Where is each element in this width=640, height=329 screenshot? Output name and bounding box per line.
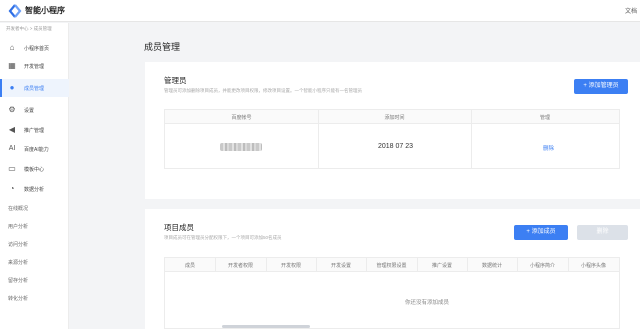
column-header: 百度帐号 bbox=[231, 115, 252, 121]
user-icon: ● bbox=[9, 83, 15, 92]
column-divider bbox=[366, 258, 367, 272]
members-card: 项目成员 项目成员可在管理员分配权限下，一个项目可添加50名成员 + 添加成员 … bbox=[145, 209, 640, 329]
sidebar-item-label: 数据分析 bbox=[24, 187, 45, 193]
column-divider bbox=[318, 110, 319, 168]
add-member-button[interactable]: + 添加成员 bbox=[514, 225, 568, 240]
sidebar-item-label: 小程序首页 bbox=[24, 46, 50, 52]
sidebar-item-dev[interactable]: ▦ 开发管理 bbox=[0, 57, 69, 75]
admin-section-desc: 管理员可添加删除项目成员，并能更改项目权限，修改项目设置。一个智能小程序只能有一… bbox=[164, 88, 362, 93]
sidebar: 开发者中心 > 成员管理 ⌂ 小程序首页 ▦ 开发管理 ● 成员管理 ⚙ 设置 … bbox=[0, 23, 69, 329]
breadcrumb: 开发者中心 > 成员管理 bbox=[6, 26, 52, 31]
add-admin-button[interactable]: + 添加管理员 bbox=[574, 79, 628, 94]
members-section-title: 项目成员 bbox=[164, 223, 194, 232]
sidebar-item-home[interactable]: ⌂ 小程序首页 bbox=[0, 39, 69, 57]
brand-name[interactable]: 智能小程序 bbox=[25, 5, 65, 16]
admin-table-header: 百度帐号 添加时间 管理 bbox=[165, 110, 619, 124]
ai-icon: AI bbox=[8, 145, 16, 152]
column-header: 推广设置 bbox=[431, 263, 452, 269]
sidebar-item-settings[interactable]: ⚙ 设置 bbox=[0, 101, 69, 119]
sidebar-subitem-sources[interactable]: 来源分析 bbox=[8, 259, 28, 266]
admin-table: 百度帐号 添加时间 管理 2018 07 23 删除 bbox=[164, 109, 620, 169]
column-divider bbox=[316, 258, 317, 272]
admin-card: 管理员 管理员可添加删除项目成员，并能更改项目权限，修改项目设置。一个智能小程序… bbox=[145, 62, 640, 199]
sidebar-item-label: 开发管理 bbox=[24, 64, 45, 70]
sidebar-subitem-retention[interactable]: 留存分析 bbox=[8, 277, 28, 284]
column-divider bbox=[417, 258, 418, 272]
sidebar-item-label: 设置 bbox=[24, 108, 35, 114]
megaphone-icon: ◀ bbox=[8, 125, 16, 134]
members-table: 成员 开发者权限 开发权限 开发设置 管理权限设置 推广设置 数据统计 小程序简… bbox=[164, 257, 620, 329]
sidebar-subitem-conversion[interactable]: 转化分析 bbox=[8, 295, 28, 302]
column-header: 管理 bbox=[539, 115, 550, 121]
column-divider bbox=[568, 258, 569, 272]
column-divider bbox=[517, 258, 518, 272]
sidebar-item-label: 模板中心 bbox=[24, 167, 45, 173]
sidebar-item-ai[interactable]: AI 百度AI能力 bbox=[0, 140, 69, 158]
column-header: 成员 bbox=[184, 263, 195, 269]
horizontal-scrollbar[interactable] bbox=[222, 325, 310, 328]
sidebar-subitem-users[interactable]: 用户分析 bbox=[8, 223, 28, 230]
column-header: 开发权限 bbox=[280, 263, 301, 269]
sidebar-item-templates[interactable]: ▭ 模板中心 bbox=[0, 160, 69, 178]
template-icon: ▭ bbox=[8, 164, 16, 173]
masked-account bbox=[220, 143, 262, 151]
home-icon: ⌂ bbox=[9, 43, 15, 52]
sidebar-item-label: 推广管理 bbox=[24, 128, 45, 134]
admin-section-title: 管理员 bbox=[164, 76, 187, 85]
logo-icon bbox=[8, 4, 22, 18]
column-header: 小程序简介 bbox=[529, 263, 555, 269]
column-header: 开发者权限 bbox=[227, 263, 253, 269]
top-bar: 智能小程序 文档 bbox=[0, 0, 640, 22]
page-title: 成员管理 bbox=[144, 42, 181, 52]
column-divider bbox=[467, 258, 468, 272]
sidebar-subitem-overview[interactable]: 在线概况 bbox=[8, 205, 28, 212]
column-header: 开发设置 bbox=[330, 263, 351, 269]
sidebar-item-members[interactable]: ● 成员管理 bbox=[0, 79, 69, 97]
gear-icon: ⚙ bbox=[8, 105, 16, 114]
sidebar-subitem-visits[interactable]: 访问分析 bbox=[8, 241, 28, 248]
column-header: 数据统计 bbox=[481, 263, 502, 269]
column-header: 添加时间 bbox=[384, 115, 405, 121]
delete-admin-link[interactable]: 删除 bbox=[543, 144, 554, 152]
column-divider bbox=[471, 110, 472, 168]
admin-added-date: 2018 07 23 bbox=[378, 143, 414, 150]
empty-members-text: 你还没有添加成员 bbox=[405, 300, 450, 306]
column-header: 小程序头像 bbox=[580, 263, 606, 269]
column-divider bbox=[266, 258, 267, 272]
chart-icon: ◔ bbox=[9, 184, 15, 193]
sidebar-item-promotion[interactable]: ◀ 推广管理 bbox=[0, 121, 69, 139]
column-header: 管理权限设置 bbox=[376, 263, 407, 269]
column-divider bbox=[215, 258, 216, 272]
docs-link[interactable]: 文档 bbox=[625, 6, 637, 15]
code-icon: ▦ bbox=[8, 61, 16, 70]
sidebar-item-label: 成员管理 bbox=[24, 86, 45, 92]
members-section-desc: 项目成员可在管理员分配权限下，一个项目可添加50名成员 bbox=[164, 235, 282, 240]
delete-member-button: 删除 bbox=[577, 225, 628, 240]
sidebar-item-analytics[interactable]: ◔ 数据分析 bbox=[0, 180, 69, 198]
members-table-header: 成员 开发者权限 开发权限 开发设置 管理权限设置 推广设置 数据统计 小程序简… bbox=[165, 258, 619, 272]
sidebar-item-label: 百度AI能力 bbox=[24, 147, 49, 153]
